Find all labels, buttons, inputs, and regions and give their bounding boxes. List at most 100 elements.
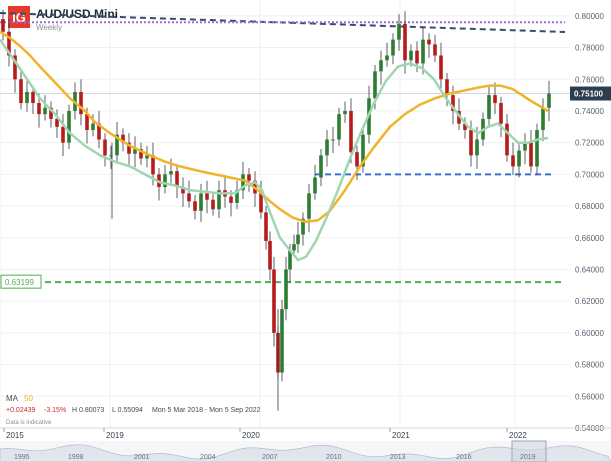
- candle-body: [296, 234, 300, 245]
- candle-body: [103, 139, 107, 156]
- candle-body: [535, 129, 539, 167]
- candle-body: [79, 91, 83, 115]
- ma-period: 50: [24, 394, 33, 403]
- y-tick-label: 0.62000: [575, 297, 604, 306]
- candle-body: [337, 114, 341, 140]
- candle-body: [193, 201, 197, 211]
- support-label-badge: 0.63199: [0, 274, 42, 289]
- y-tick-label: 0.78000: [575, 44, 604, 53]
- candle-body: [259, 193, 263, 213]
- y-tick-label: 0.80000: [575, 12, 604, 21]
- candle-body: [433, 44, 437, 56]
- candle-body: [541, 107, 545, 130]
- candle-body: [264, 212, 268, 241]
- candle-body: [280, 309, 284, 373]
- x-tick-label: 2020: [242, 431, 260, 440]
- y-tick-label: 0.64000: [575, 265, 604, 274]
- candle-body: [31, 91, 35, 104]
- y-tick-label: 0.72000: [575, 139, 604, 148]
- low-value: L 0.55094: [112, 407, 143, 414]
- candle-body: [163, 174, 167, 188]
- y-tick-label: 0.74000: [575, 107, 604, 116]
- chart-background: [0, 0, 611, 462]
- navigator-year-label: 2013: [390, 454, 406, 461]
- candle-body: [403, 23, 407, 61]
- navigator-year-label: 2016: [456, 454, 472, 461]
- navigator-year-label: 2010: [326, 454, 342, 461]
- candle-body: [19, 79, 23, 104]
- candle-body: [355, 152, 359, 167]
- candle-body: [205, 193, 209, 200]
- candle-body: [43, 107, 47, 115]
- ma-label: MA: [6, 394, 19, 403]
- candle-body: [415, 50, 419, 64]
- y-tick-label: 0.70000: [575, 170, 604, 179]
- candle-body: [61, 126, 65, 143]
- date-range: Mon 5 Mar 2018 - Mon 5 Sep 2022: [152, 407, 261, 414]
- candle-body: [439, 55, 443, 80]
- candle-body: [511, 155, 515, 167]
- candle-body: [211, 199, 215, 210]
- navigator[interactable]: 1995 1998 2001 2004 2007 2010 2013 2016 2019: [0, 440, 611, 462]
- y-tick-label: 0.76000: [575, 75, 604, 84]
- candle-body: [469, 129, 473, 156]
- candle-body: [91, 123, 95, 130]
- candle-body: [307, 193, 311, 219]
- candle-body: [379, 60, 383, 72]
- ig-logo-text: IG: [12, 10, 26, 25]
- candle-body: [268, 240, 272, 270]
- candle-body: [427, 39, 431, 45]
- candle-body: [409, 50, 413, 61]
- candle-body: [343, 110, 347, 115]
- candle-body: [391, 39, 395, 56]
- current-price-badge: 0.75100: [570, 86, 611, 101]
- candle-body: [421, 39, 425, 64]
- candle-body: [487, 95, 491, 119]
- candle-body: [397, 23, 401, 40]
- navigator-year-label: 2019: [520, 454, 536, 461]
- candle-body: [331, 139, 335, 141]
- candle-body: [292, 244, 296, 251]
- candle-body: [187, 193, 191, 202]
- navigator-year-label: 2007: [262, 454, 278, 461]
- y-tick-label: 0.66000: [575, 234, 604, 243]
- candle-body: [229, 196, 233, 203]
- change-percent: -3.15%: [44, 407, 66, 414]
- candle-body: [385, 55, 389, 61]
- candle-body: [493, 95, 497, 104]
- candle-body: [67, 110, 71, 143]
- candle-body: [529, 142, 533, 167]
- disclaimer: Data is indicative: [6, 420, 52, 426]
- y-tick-label: 0.68000: [575, 202, 604, 211]
- navigator-year-label: 2001: [134, 454, 150, 461]
- candle-body: [313, 177, 317, 194]
- candle-body: [349, 110, 353, 153]
- instrument-title: AUD/USD Mini: [36, 7, 118, 21]
- candle-body: [517, 150, 521, 167]
- navigator-year-label: 1998: [68, 454, 84, 461]
- candle-body: [325, 139, 329, 156]
- x-tick-label: 2022: [509, 431, 527, 440]
- price-badge-value: 0.75100: [574, 90, 603, 99]
- x-tick-label: 2019: [106, 431, 124, 440]
- candle-body: [85, 114, 89, 130]
- candle-body: [373, 71, 377, 99]
- timeframe-label: Weekly: [36, 23, 62, 32]
- candle-body: [547, 93, 551, 108]
- change-value: +0.02439: [6, 407, 35, 414]
- candle-body: [25, 91, 29, 104]
- navigator-year-label: 1995: [14, 454, 30, 461]
- y-tick-label: 0.56000: [575, 392, 604, 401]
- y-tick-label: 0.60000: [575, 329, 604, 338]
- navigator-year-label: 2004: [200, 454, 216, 461]
- candle-body: [272, 269, 276, 333]
- candle-body: [475, 139, 479, 156]
- x-tick-label: 2015: [6, 431, 24, 440]
- candle-body: [37, 103, 41, 115]
- support-badge-value: 0.63199: [5, 278, 34, 287]
- candle-body: [319, 155, 323, 178]
- candle-body: [199, 193, 203, 211]
- candle-body: [284, 269, 288, 310]
- candle-body: [505, 123, 509, 156]
- candle-body: [169, 171, 173, 175]
